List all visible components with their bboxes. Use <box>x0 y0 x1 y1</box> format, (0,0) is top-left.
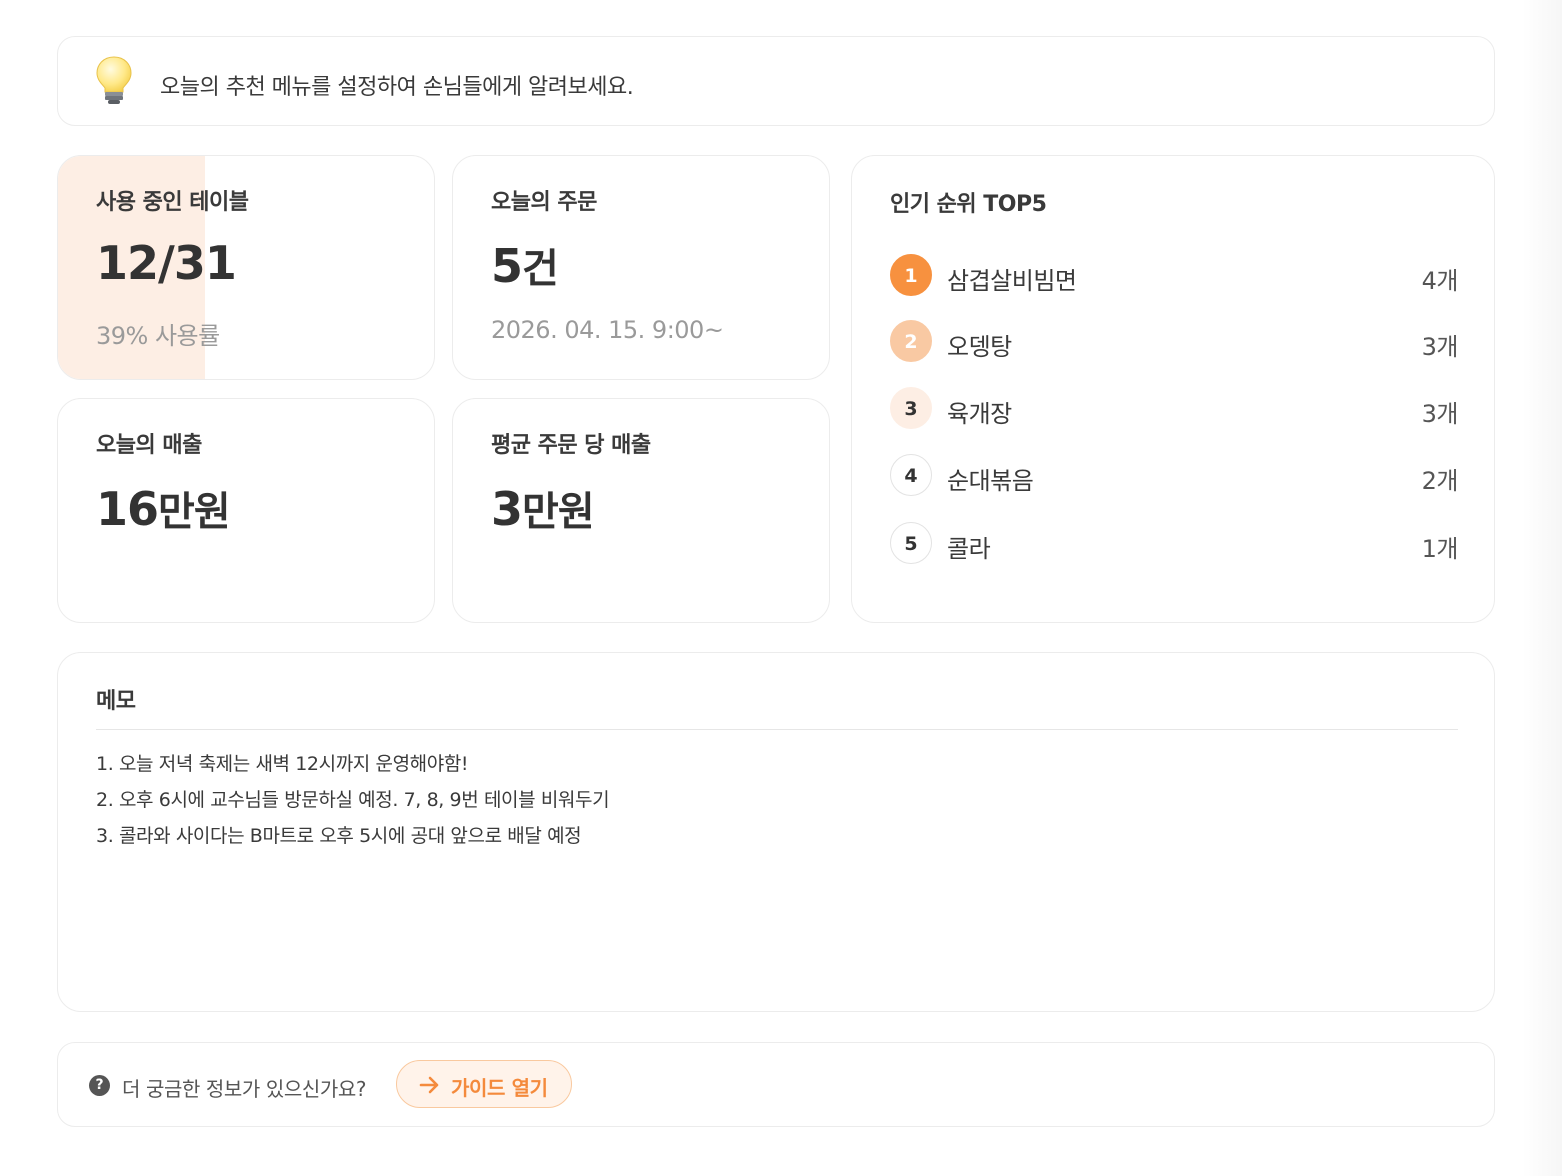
memo-line-1[interactable]: 1. 오늘 저녁 축제는 새벽 12시까지 운영해야함! <box>96 749 469 776</box>
rank-badge: 4 <box>890 454 932 496</box>
memo-line-2[interactable]: 2. 오후 6시에 교수님들 방문하실 예정. 7, 8, 9번 테이블 비워두… <box>96 785 610 812</box>
right-edge-shadow <box>1522 0 1562 1176</box>
rank-menu-name: 콜라 <box>947 535 991 563</box>
orders-value: 5건 <box>491 236 559 294</box>
rank-menu-name: 육개장 <box>947 400 1012 428</box>
sales-number: 16 <box>96 482 159 536</box>
open-guide-label: 가이드 열기 <box>451 1076 548 1100</box>
tables-usage-rate: 39% 사용률 <box>96 322 220 350</box>
rank-badge: 2 <box>890 320 932 362</box>
rank-count: 3개 <box>1421 333 1459 361</box>
rank-menu-name: 삼겹살비빔면 <box>947 267 1077 295</box>
memo-title: 메모 <box>96 689 136 714</box>
rank-item-1: 1 삼겹살비빔면 4개 <box>890 254 1459 298</box>
rank-badge: 5 <box>890 522 932 564</box>
rank-badge: 1 <box>890 254 932 296</box>
tables-title: 사용 중인 테이블 <box>96 190 249 215</box>
rank-badge: 3 <box>890 387 932 429</box>
help-bar: ? 더 궁금한 정보가 있으신가요? 가이드 열기 <box>57 1042 1495 1127</box>
rank-item-5: 5 콜라 1개 <box>890 522 1459 566</box>
avg-order-sales-card: 평균 주문 당 매출 3만원 <box>452 398 830 623</box>
rank-item-4: 4 순대볶음 2개 <box>890 454 1459 498</box>
memo-line-3[interactable]: 3. 콜라와 사이다는 B마트로 오후 5시에 공대 앞으로 배달 예정 <box>96 821 582 848</box>
avg-unit: 만원 <box>522 489 595 535</box>
rank-menu-name: 오뎅탕 <box>947 333 1012 361</box>
arrow-right-icon <box>419 1076 439 1094</box>
lightbulb-icon <box>96 56 132 104</box>
question-circle-icon: ? <box>89 1075 110 1096</box>
rank-count: 2개 <box>1421 467 1459 495</box>
tip-banner: 오늘의 추천 메뉴를 설정하여 손님들에게 알려보세요. <box>57 36 1495 126</box>
memo-card[interactable]: 메모 1. 오늘 저녁 축제는 새벽 12시까지 운영해야함! 2. 오후 6시… <box>57 652 1495 1012</box>
orders-unit: 건 <box>522 246 559 292</box>
today-orders-card: 오늘의 주문 5건 2026. 04. 15. 9:00~ <box>452 155 830 380</box>
memo-divider <box>96 729 1458 730</box>
sales-unit: 만원 <box>158 489 231 535</box>
sales-value: 16만원 <box>96 479 231 537</box>
rank-item-2: 2 오뎅탕 3개 <box>890 320 1459 364</box>
tip-text: 오늘의 추천 메뉴를 설정하여 손님들에게 알려보세요. <box>160 75 634 100</box>
avg-value: 3만원 <box>491 479 595 537</box>
help-text: 더 궁금한 정보가 있으신가요? <box>122 1077 367 1101</box>
popular-top5-card: 인기 순위 TOP5 1 삼겹살비빔면 4개 2 오뎅탕 3개 3 육개장 3개… <box>851 155 1495 623</box>
rank-count: 1개 <box>1421 535 1459 563</box>
tables-in-use-card: 사용 중인 테이블 12/31 39% 사용률 <box>57 155 435 380</box>
sales-title: 오늘의 매출 <box>96 433 202 458</box>
rank-count: 4개 <box>1421 267 1459 295</box>
orders-title: 오늘의 주문 <box>491 190 597 215</box>
open-guide-button[interactable]: 가이드 열기 <box>396 1060 572 1108</box>
rank-menu-name: 순대볶음 <box>947 467 1034 495</box>
avg-number: 3 <box>491 482 523 536</box>
orders-since: 2026. 04. 15. 9:00~ <box>491 316 724 344</box>
tables-value: 12/31 <box>96 236 237 290</box>
orders-number: 5 <box>491 239 523 293</box>
top5-title: 인기 순위 TOP5 <box>890 192 1047 217</box>
rank-count: 3개 <box>1421 400 1459 428</box>
today-sales-card: 오늘의 매출 16만원 <box>57 398 435 623</box>
avg-title: 평균 주문 당 매출 <box>491 433 651 458</box>
rank-item-3: 3 육개장 3개 <box>890 387 1459 431</box>
